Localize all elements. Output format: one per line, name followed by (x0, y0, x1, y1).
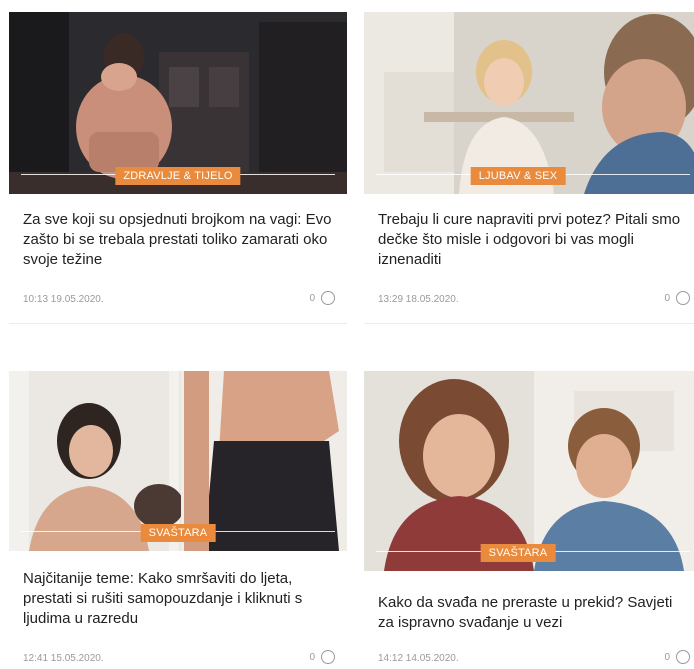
comments-count[interactable]: 0 (309, 291, 335, 305)
category-badge[interactable]: ZDRAVLJE & TIJELO (115, 167, 241, 185)
article-card[interactable]: SVAŠTARA Kako da svađa ne preraste u pre… (364, 371, 694, 669)
comments-count-value: 0 (309, 651, 315, 663)
article-title[interactable]: Za sve koji su opsjednuti brojkom na vag… (23, 210, 337, 270)
article-date: 13:29 18.05.2020. (378, 294, 459, 305)
comments-count[interactable]: 0 (309, 650, 335, 664)
comment-bubble-icon (321, 291, 335, 305)
comment-bubble-icon (676, 291, 690, 305)
arguing-couple-photo (364, 371, 694, 571)
category-badge[interactable]: SVAŠTARA (480, 544, 556, 562)
article-date: 12:41 15.05.2020. (23, 653, 104, 664)
article-image[interactable]: SVAŠTARA (9, 371, 347, 551)
comments-count-value: 0 (309, 292, 315, 304)
article-image[interactable]: LJUBAV & SEX (364, 12, 694, 194)
article-image[interactable]: SVAŠTARA (364, 371, 694, 571)
category-badge[interactable]: LJUBAV & SEX (470, 167, 566, 185)
comments-count-value: 0 (664, 651, 670, 663)
category-badge[interactable]: SVAŠTARA (140, 524, 216, 542)
article-title[interactable]: Trebaju li cure napraviti prvi potez? Pi… (378, 210, 692, 270)
comments-count[interactable]: 0 (664, 650, 690, 664)
article-card[interactable]: SVAŠTARA Najčitanije teme: Kako smršavit… (9, 371, 347, 669)
comment-bubble-icon (321, 650, 335, 664)
article-card[interactable]: ZDRAVLJE & TIJELO Za sve koji su opsjedn… (9, 12, 347, 324)
article-title[interactable]: Najčitanije teme: Kako smršaviti do ljet… (23, 569, 337, 629)
article-card[interactable]: LJUBAV & SEX Trebaju li cure napraviti p… (364, 12, 694, 324)
comments-count[interactable]: 0 (664, 291, 690, 305)
comment-bubble-icon (676, 650, 690, 664)
comments-count-value: 0 (664, 292, 670, 304)
article-image[interactable]: ZDRAVLJE & TIJELO (9, 12, 347, 194)
article-title[interactable]: Kako da svađa ne preraste u prekid? Savj… (378, 593, 692, 633)
article-date: 14:12 14.05.2020. (378, 653, 459, 664)
article-date: 10:13 19.05.2020. (23, 294, 104, 305)
